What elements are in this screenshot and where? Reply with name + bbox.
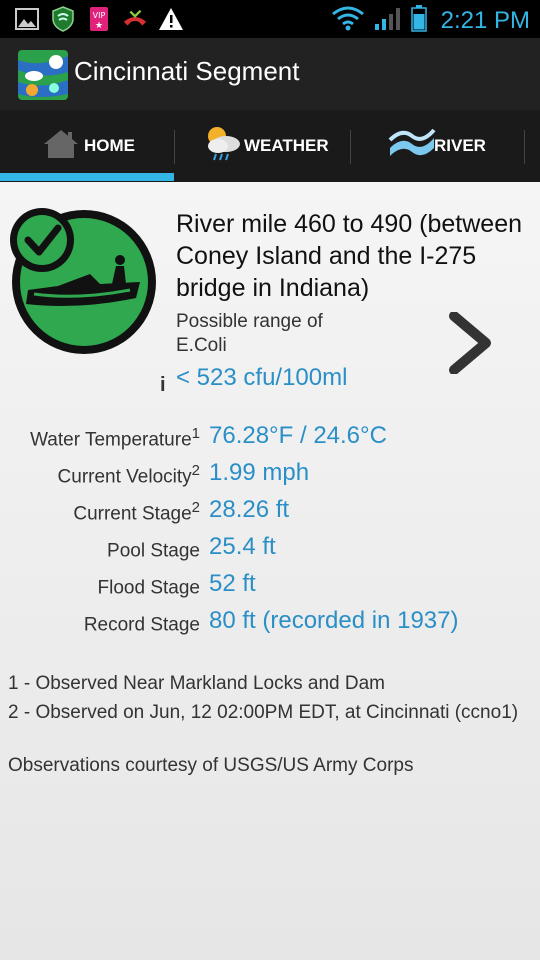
observation-row: Record Stage 80 ft (recorded in 1937) xyxy=(0,607,540,643)
safe-boating-badge-icon xyxy=(8,204,160,356)
river-icon xyxy=(388,126,436,167)
observation-row: Current Stage2 28.26 ft xyxy=(0,496,540,532)
tab-home-label: HOME xyxy=(84,136,135,155)
battery-icon xyxy=(410,4,427,37)
chevron-right-icon[interactable] xyxy=(448,311,492,375)
tab-divider xyxy=(174,130,175,164)
observation-row: Current Velocity2 1.99 mph xyxy=(0,459,540,495)
obs-label: Pool Stage xyxy=(107,540,200,562)
observation-row: Pool Stage 25.4 ft xyxy=(0,533,540,569)
app-logo-icon[interactable] xyxy=(18,50,68,100)
obs-value: 76.28°F / 24.6°C xyxy=(209,422,387,449)
wifi-icon xyxy=(331,5,365,36)
action-bar: Cincinnati Segment xyxy=(0,38,540,111)
missed-call-icon xyxy=(122,6,148,32)
shield-icon xyxy=(50,6,76,32)
tab-divider xyxy=(524,130,525,164)
obs-label: Current Velocity2 xyxy=(57,462,200,488)
image-icon xyxy=(14,6,40,32)
tab-weather[interactable]: WEATHER xyxy=(204,110,329,182)
clock: 2:21 PM xyxy=(440,6,530,34)
observation-row: Water Temperature1 76.28°F / 24.6°C xyxy=(0,422,540,458)
obs-value: 80 ft (recorded in 1937) xyxy=(209,607,459,634)
footnote-2: 2 - Observed on Jun, 12 02:00PM EDT, at … xyxy=(8,702,519,723)
obs-label: Water Temperature1 xyxy=(30,425,200,451)
app-title: Cincinnati Segment xyxy=(74,56,300,86)
obs-value: 25.4 ft xyxy=(209,533,276,560)
tab-river[interactable]: RIVER xyxy=(388,110,486,182)
tab-divider xyxy=(350,130,351,164)
segment-title: River mile 460 to 490 (between Coney Isl… xyxy=(176,210,523,302)
obs-label: Flood Stage xyxy=(97,577,200,599)
ecoli-label: Possible range of E.Coli xyxy=(176,311,323,356)
weather-icon xyxy=(204,124,242,169)
tab-weather-label: WEATHER xyxy=(244,136,329,155)
warning-icon xyxy=(158,6,184,32)
home-content: River mile 460 to 490 (between Coney Isl… xyxy=(0,182,540,960)
obs-value: 52 ft xyxy=(209,570,256,597)
home-icon xyxy=(42,128,80,165)
observation-row: Flood Stage 52 ft xyxy=(0,570,540,606)
ecoli-value[interactable]: < 523 cfu/100ml xyxy=(176,364,347,392)
status-bar: VIP ★ 2:21 PM xyxy=(0,0,540,38)
selected-tab-indicator xyxy=(0,173,174,181)
courtesy-note: Observations courtesy of USGS/US Army Co… xyxy=(8,755,414,776)
vip-icon: VIP ★ xyxy=(86,6,112,32)
obs-label: Record Stage xyxy=(83,614,200,636)
obs-value: 28.26 ft xyxy=(209,496,290,523)
obs-value: 1.99 mph xyxy=(209,459,310,486)
signal-icon xyxy=(373,5,403,36)
svg-text:VIP: VIP xyxy=(93,11,106,20)
tab-bar: HOME WEATHER RIVER xyxy=(0,110,540,182)
info-icon[interactable]: i xyxy=(160,374,166,397)
tab-river-label: RIVER xyxy=(434,136,486,155)
footnote-1: 1 - Observed Near Markland Locks and Dam xyxy=(8,673,385,694)
svg-text:★: ★ xyxy=(95,21,103,31)
tab-home[interactable]: HOME xyxy=(42,110,135,182)
obs-label: Current Stage2 xyxy=(73,499,200,525)
